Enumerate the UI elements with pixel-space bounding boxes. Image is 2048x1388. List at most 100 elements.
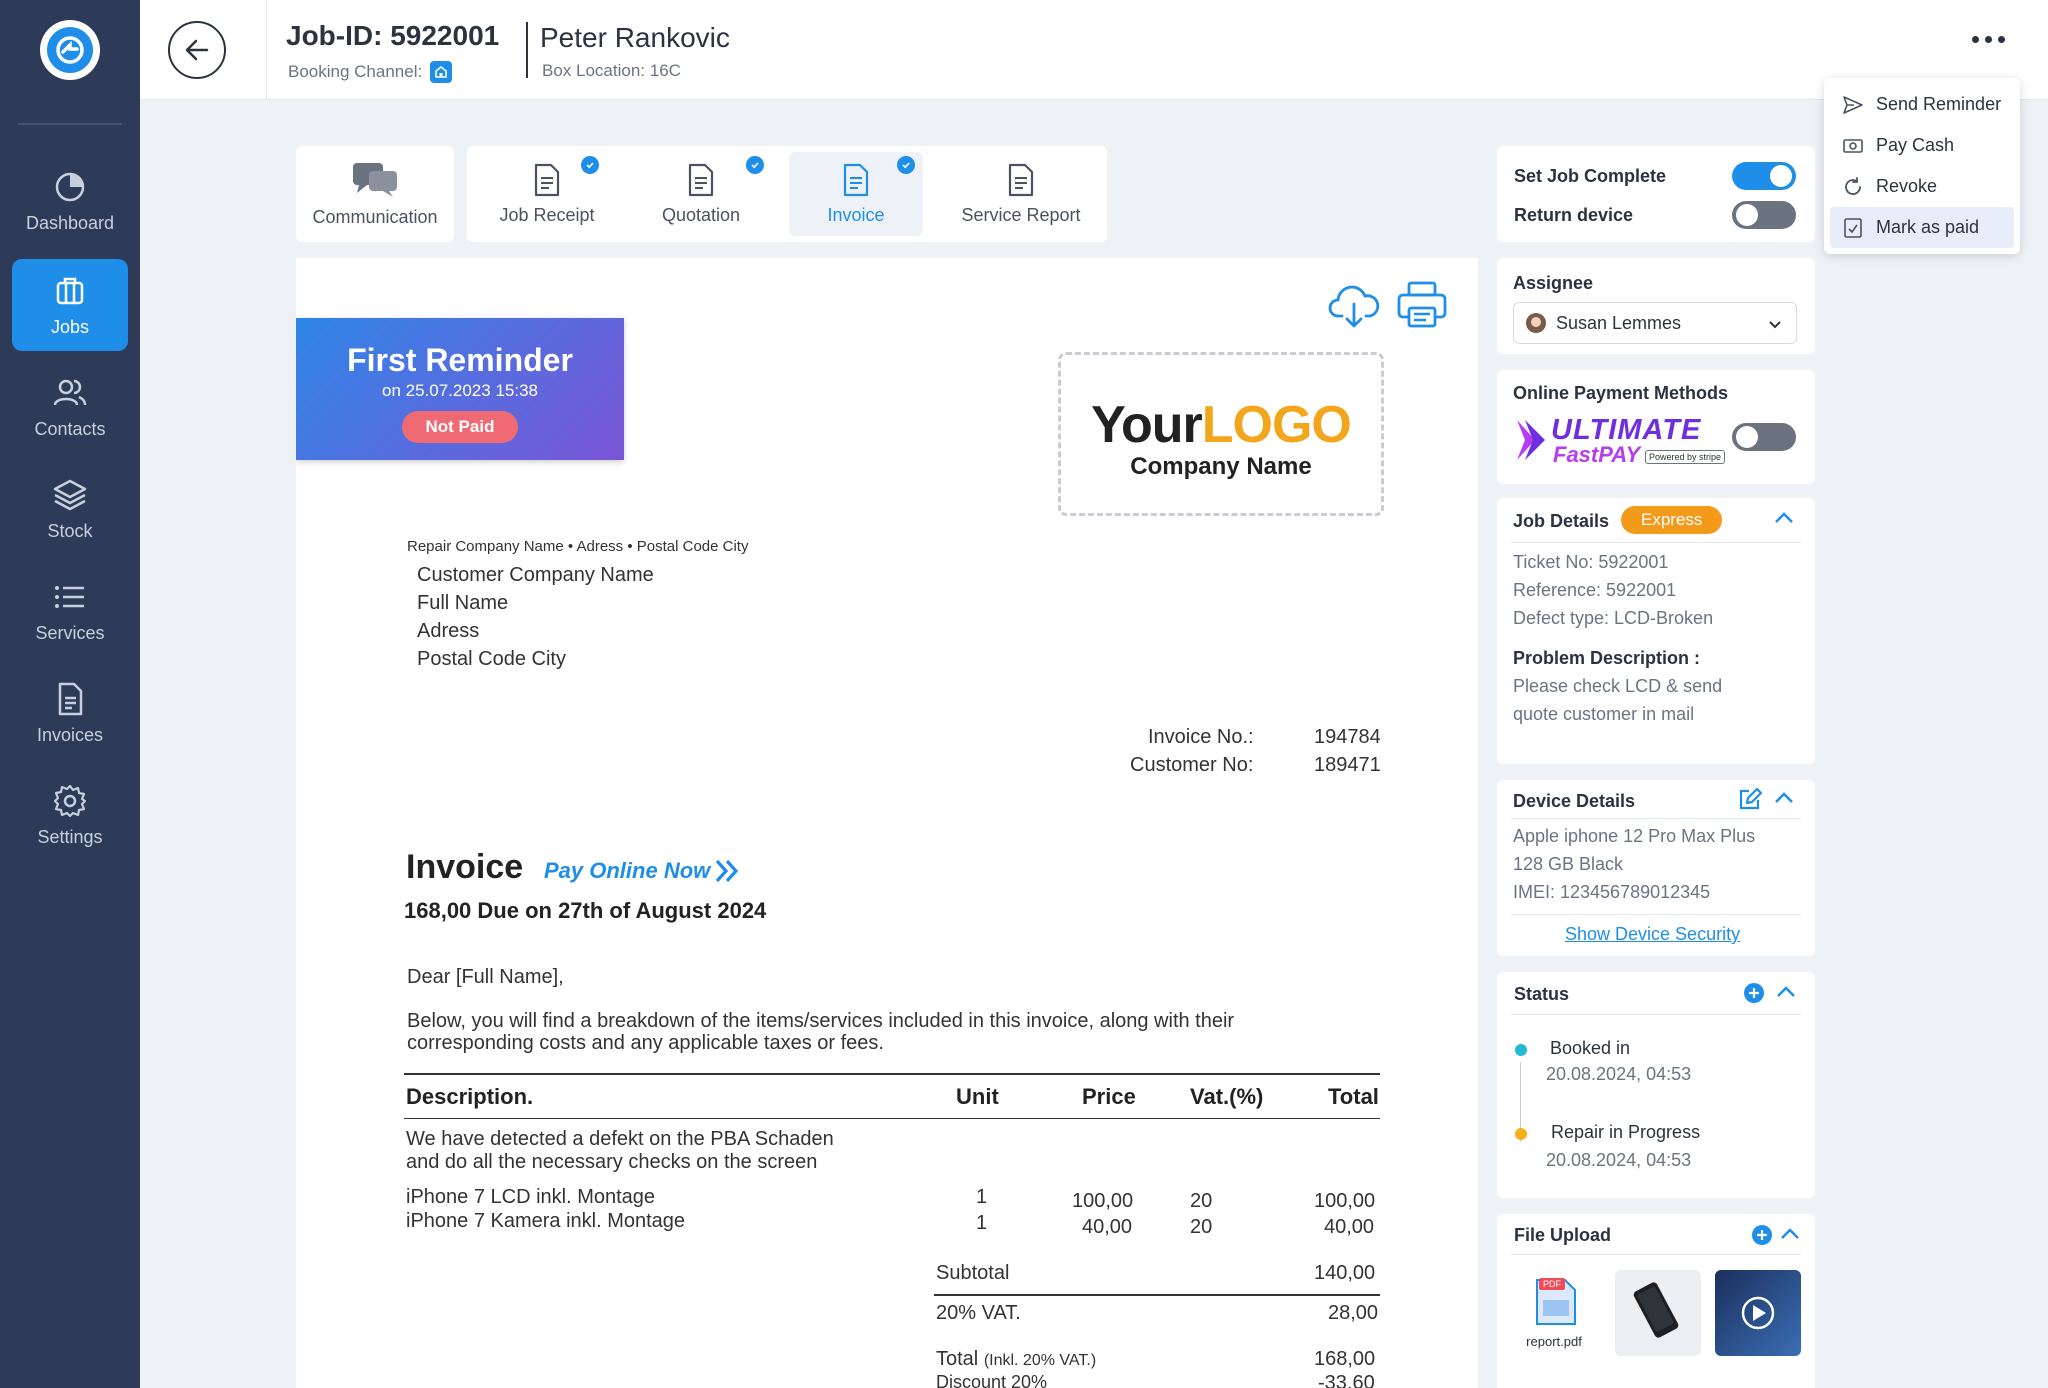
- actions-menu: Send Reminder Pay Cash Revoke Mark as pa…: [1824, 78, 2020, 254]
- device-details-card: Device Details Apple iphone 12 Pro Max P…: [1497, 780, 1815, 956]
- discount-label: Discount 20%: [936, 1372, 1048, 1388]
- address-line: Customer Company Name: [417, 564, 654, 586]
- printer-icon: [1397, 281, 1447, 328]
- print-button[interactable]: [1396, 280, 1448, 335]
- status-dot: [1515, 1044, 1527, 1056]
- table-row-unit: 1: [976, 1186, 988, 1208]
- header: Job-ID: 5922001 Booking Channel: Peter R…: [140, 0, 2048, 100]
- return-device-toggle[interactable]: [1732, 201, 1796, 229]
- pay-online-link[interactable]: Pay Online Now: [544, 858, 744, 884]
- back-button[interactable]: [168, 21, 226, 79]
- card-divider: [1511, 818, 1801, 819]
- tab-label: Invoice: [827, 204, 885, 225]
- menu-item-pay-cash[interactable]: Pay Cash: [1830, 125, 2014, 166]
- menu-item-mark-as-paid[interactable]: Mark as paid: [1830, 207, 2014, 248]
- customer-no-label: Customer No:: [1130, 754, 1254, 776]
- send-icon: [1843, 95, 1863, 114]
- menu-item-revoke[interactable]: Revoke: [1830, 166, 2014, 207]
- file-upload-card: File Upload PDF report.pdf: [1497, 1214, 1815, 1388]
- check-icon: [746, 156, 764, 174]
- app-logo[interactable]: [40, 20, 100, 80]
- sidebar-item-invoices[interactable]: Invoices: [12, 667, 128, 759]
- card-divider: [1511, 1014, 1801, 1015]
- device-imei: IMEI: 123456789012345: [1513, 882, 1711, 902]
- assignee-card: Assignee Susan Lemmes: [1497, 258, 1815, 354]
- customer-name: Peter Rankovic: [540, 22, 730, 53]
- sidebar-item-label: Contacts: [34, 418, 106, 439]
- table-row-vat: 20: [1190, 1190, 1213, 1212]
- invoice-title: Invoice: [406, 848, 524, 886]
- sidebar-item-label: Stock: [47, 520, 93, 541]
- problem-description-label: Problem Description :: [1513, 648, 1701, 668]
- status-dot: [1515, 1128, 1527, 1140]
- show-device-security-link[interactable]: Show Device Security: [1565, 924, 1740, 945]
- booking-channel-label: Booking Channel:: [288, 62, 423, 81]
- more-dots-icon: [1972, 36, 1979, 43]
- vat-label: 20% VAT.: [936, 1302, 1021, 1324]
- file-thumbnail-video[interactable]: [1715, 1270, 1801, 1356]
- phone-image-icon: [1633, 1282, 1679, 1338]
- pay-online-label: Pay Online Now: [544, 858, 711, 883]
- reminder-title: First Reminder: [347, 342, 573, 378]
- menu-item-label: Pay Cash: [1876, 135, 1955, 155]
- gear-icon: [53, 784, 87, 817]
- chat-bubbles-icon: [353, 162, 397, 197]
- file-thumbnail-report[interactable]: PDF report.pdf: [1511, 1270, 1597, 1356]
- header-divider: [266, 0, 267, 100]
- sidebar-item-jobs[interactable]: Jobs: [12, 259, 128, 351]
- card-divider: [1511, 1254, 1801, 1255]
- col-header-price: Price: [1082, 1084, 1136, 1109]
- col-header-unit: Unit: [956, 1084, 999, 1109]
- sidebar-item-contacts[interactable]: Contacts: [12, 361, 128, 453]
- chevron-up-icon[interactable]: [1773, 510, 1795, 526]
- chevron-up-icon[interactable]: [1775, 984, 1797, 1000]
- total-note: (Inkl. 20% VAT.): [983, 1352, 1097, 1369]
- add-file-icon[interactable]: [1751, 1224, 1773, 1246]
- sidebar-item-stock[interactable]: Stock: [12, 463, 128, 555]
- chevron-up-icon[interactable]: [1773, 790, 1795, 806]
- document-icon: [843, 163, 869, 196]
- defect-type: Defect type: LCD-Broken: [1513, 608, 1714, 628]
- booking-channel: Booking Channel:: [288, 61, 453, 83]
- cloud-download-button[interactable]: [1328, 280, 1380, 335]
- pie-chart-icon: [55, 172, 85, 201]
- edit-icon[interactable]: [1737, 786, 1763, 812]
- cloud-download-icon: [1328, 285, 1380, 328]
- online-payment-label: Online Payment Methods: [1513, 383, 1729, 403]
- file-upload-title: File Upload: [1514, 1225, 1612, 1245]
- address-line: Full Name: [417, 592, 509, 614]
- sidebar-divider: [18, 123, 122, 125]
- customer-no: 189471: [1314, 754, 1381, 776]
- chevron-up-icon[interactable]: [1779, 1226, 1801, 1242]
- briefcase-icon: [56, 277, 84, 304]
- sidebar-item-services[interactable]: Services: [12, 565, 128, 657]
- return-device-label: Return device: [1514, 205, 1634, 225]
- sidebar-item-dashboard[interactable]: Dashboard: [12, 155, 128, 247]
- file-thumbnail-phone-photo[interactable]: [1615, 1270, 1701, 1356]
- table-row-price: 100,00: [1072, 1190, 1134, 1212]
- document-tabs: Job Receipt Quotation Invoice Service Re…: [467, 146, 1107, 242]
- tab-communication[interactable]: Communication: [296, 146, 454, 242]
- sidebar-item-settings[interactable]: Settings: [12, 769, 128, 861]
- chevron-down-icon: [1769, 321, 1781, 329]
- avatar: [1526, 313, 1546, 333]
- online-payment-toggle[interactable]: [1732, 423, 1796, 451]
- total-label-text: Total: [936, 1348, 979, 1370]
- menu-item-send-reminder[interactable]: Send Reminder: [1830, 84, 2014, 125]
- refresh-icon: [1845, 176, 1861, 195]
- add-status-icon[interactable]: [1743, 982, 1765, 1004]
- checklist-icon: [1844, 217, 1862, 238]
- fastpay-name: FastPAY: [1553, 442, 1641, 467]
- status-event-time: 20.08.2024, 04:53: [1546, 1064, 1692, 1084]
- sender-line: Repair Company Name • Adress • Postal Co…: [407, 538, 749, 555]
- problem-description: quote customer in mail: [1513, 704, 1695, 724]
- tab-service-report[interactable]: Service Report: [943, 152, 1099, 236]
- document-icon: [58, 682, 83, 715]
- status-event-time: 20.08.2024, 04:53: [1546, 1150, 1692, 1170]
- more-options-button[interactable]: [1972, 36, 2005, 43]
- set-job-complete-toggle[interactable]: [1732, 162, 1796, 190]
- card-divider: [1511, 914, 1801, 915]
- pdf-tag: PDF: [1539, 1278, 1565, 1290]
- assignee-select[interactable]: Susan Lemmes: [1513, 302, 1797, 344]
- defect-note: and do all the necessary checks on the s…: [406, 1151, 818, 1173]
